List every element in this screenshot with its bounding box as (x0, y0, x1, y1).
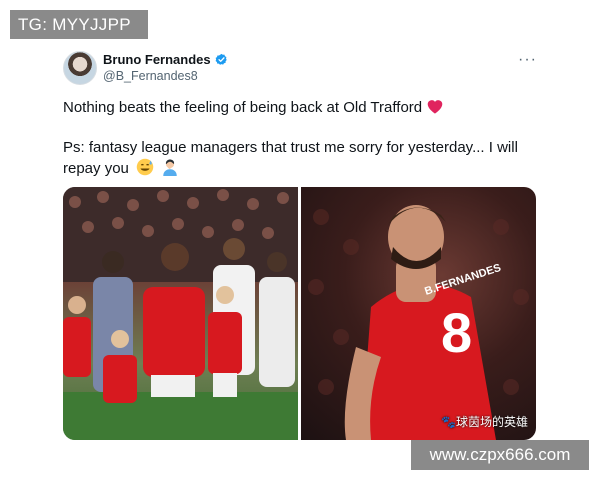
author-handle[interactable]: @B_Fernandes8 (103, 69, 198, 83)
tweet-text-line-2: Ps: fantasy league managers that trust m… (63, 139, 518, 156)
tweet-media-grid[interactable]: 8 B.FERNANDES 🐾球茵场的英雄 (63, 187, 536, 440)
tweet-text-line-1-content: Nothing beats the feeling of being back … (63, 99, 423, 116)
jersey-number: 8 (441, 301, 472, 364)
tweet-text: Nothing beats the feeling of being back … (63, 97, 533, 179)
person-facepalming-icon (163, 159, 177, 176)
walkout-scene-illustration (63, 187, 298, 440)
tweet-text-line-1: Nothing beats the feeling of being back … (63, 97, 533, 118)
site-watermark-label: www.czpx666.com (411, 440, 589, 470)
tg-watermark-label: TG: MYYJJPP (10, 10, 148, 39)
tweet-text-line-3: repay you (63, 158, 533, 179)
grinning-sweat-face-icon (136, 158, 154, 176)
verified-badge-icon (215, 53, 227, 65)
tweet-text-line-3-content: repay you (63, 160, 129, 177)
photo-watermark: 🐾球茵场的英雄 (441, 415, 528, 429)
more-options-icon[interactable]: ··· (518, 51, 537, 69)
bruno-closeup-illustration: 8 B.FERNANDES (308, 205, 529, 440)
photo-walkout[interactable] (63, 187, 298, 440)
avatar[interactable] (63, 51, 97, 85)
photo-bruno-closeup[interactable]: 8 B.FERNANDES 🐾球茵场的英雄 (301, 187, 536, 440)
author-name-line: Bruno Fernandes (103, 52, 228, 67)
author-name[interactable]: Bruno Fernandes (103, 52, 211, 67)
red-heart-icon (427, 100, 443, 114)
